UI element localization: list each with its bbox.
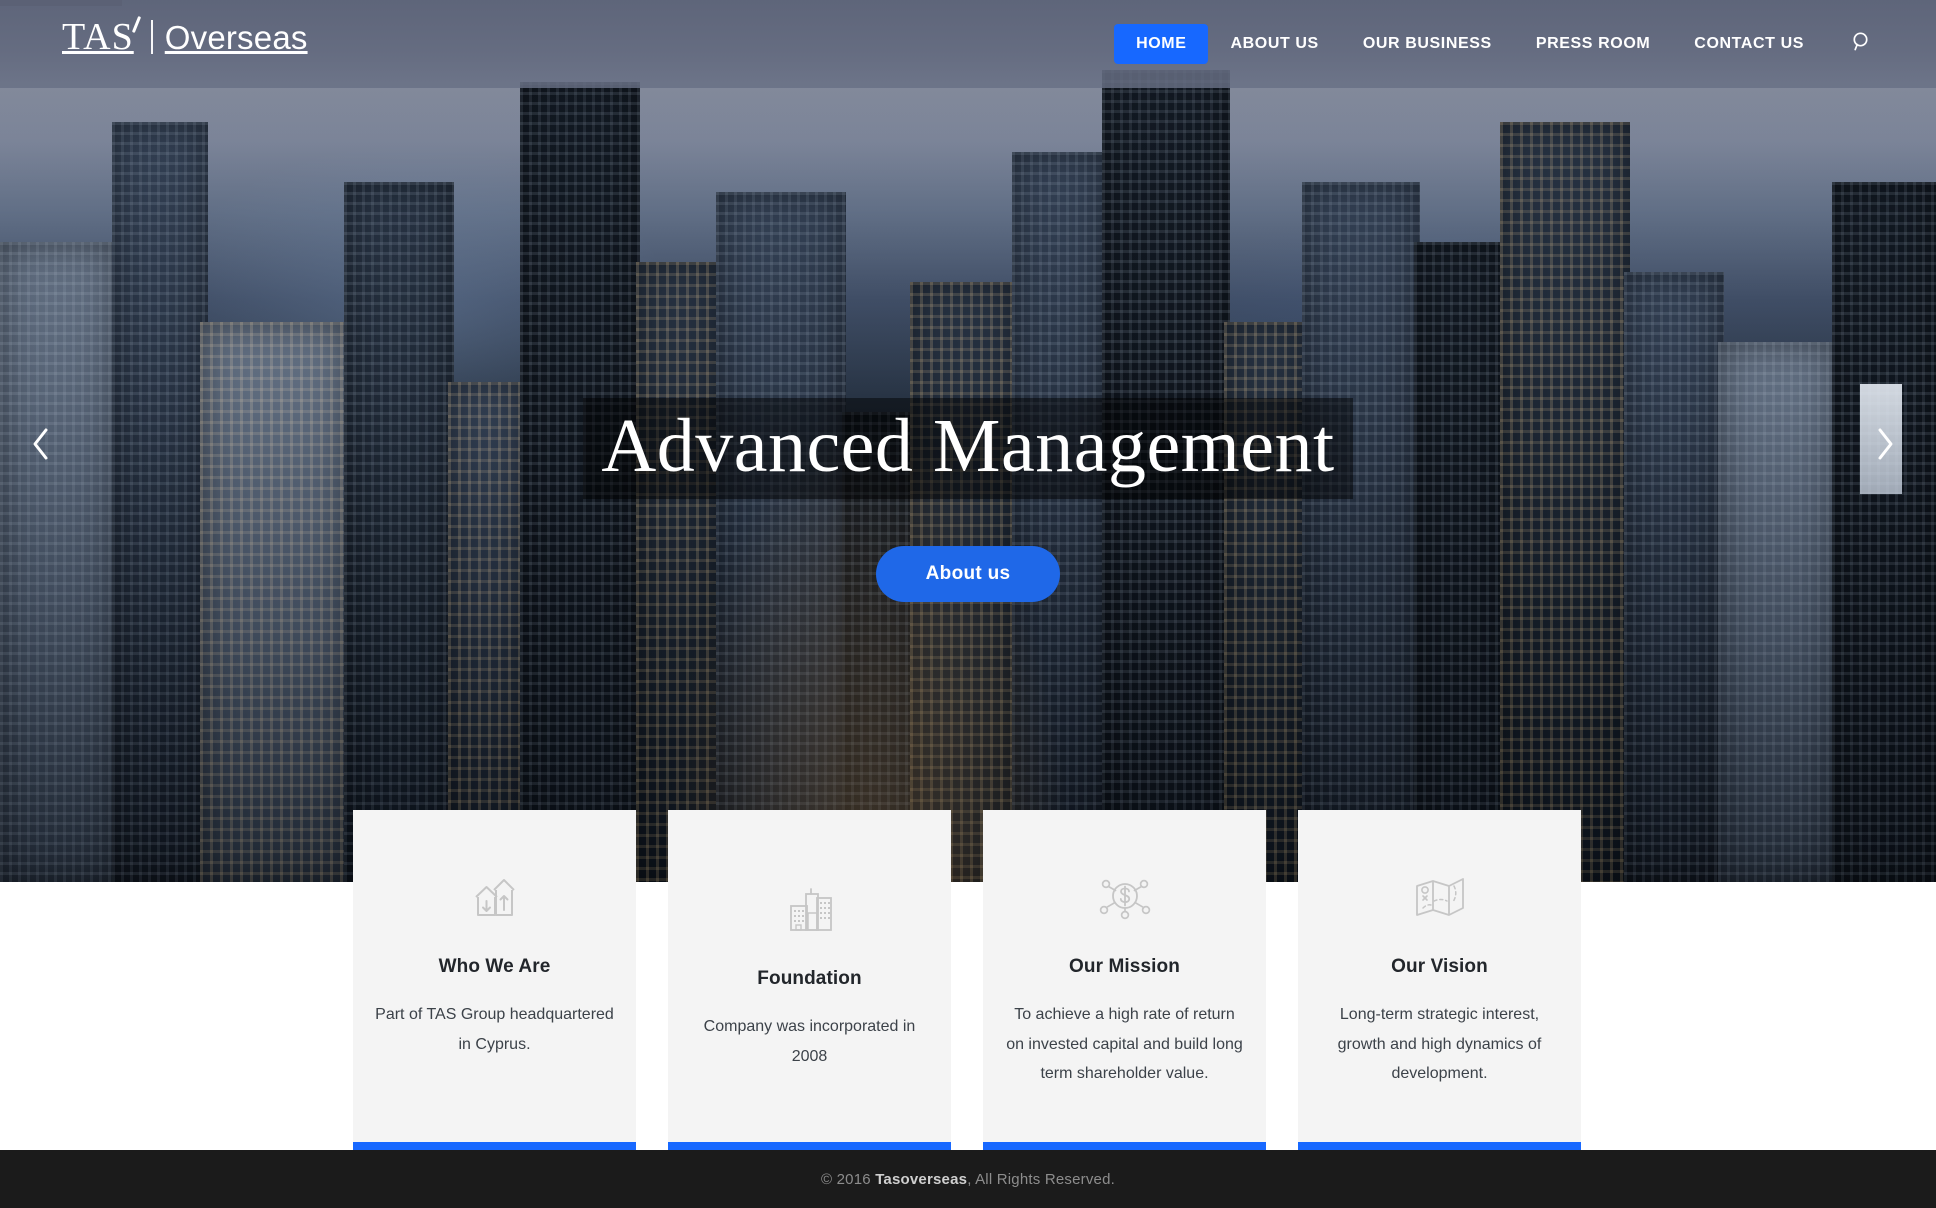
footer-copyright-prefix: © 2016 (821, 1170, 876, 1188)
chevron-left-icon (29, 427, 51, 466)
search-button[interactable] (1848, 30, 1876, 58)
card-text: Long-term strategic interest, growth and… (1337, 1006, 1542, 1083)
chevron-right-icon (1875, 427, 1897, 466)
brand-mark: TAS (62, 16, 134, 58)
hero-slider[interactable]: Advanced Management About us (0, 0, 1936, 882)
card-foundation[interactable]: Foundation Company was incorporated in 2… (668, 810, 951, 1152)
slider-prev-button[interactable] (20, 424, 60, 468)
nav-item-our-business[interactable]: OUR BUSINESS (1341, 24, 1514, 64)
page-load-progress-bar (0, 0, 122, 6)
card-text: Part of TAS Group headquartered in Cypru… (375, 1006, 614, 1053)
about-us-button[interactable]: About us (875, 546, 1061, 602)
card-who-we-are[interactable]: Who We Are Part of TAS Group headquarter… (353, 810, 636, 1152)
dollar-network-icon (1005, 868, 1244, 934)
card-our-vision[interactable]: Our Vision Long-term strategic interest,… (1298, 810, 1581, 1152)
brand-logo[interactable]: TAS Overseas (62, 15, 308, 58)
card-our-mission[interactable]: Our Mission To achieve a high rate of re… (983, 810, 1266, 1152)
footer-copyright: © 2016 Tasoverseas, All Rights Reserved. (821, 1171, 1115, 1188)
nav-item-contact-us[interactable]: CONTACT US (1672, 24, 1826, 64)
card-title: Who We Are (438, 956, 551, 977)
card-text: To achieve a high rate of return on inve… (1006, 1006, 1243, 1083)
nav-item-press-room[interactable]: PRESS ROOM (1514, 24, 1672, 64)
search-icon (1850, 30, 1874, 59)
slider-next-button[interactable] (1866, 424, 1906, 468)
card-title: Our Mission (1069, 956, 1180, 977)
buildings-icon (690, 880, 929, 946)
nav-item-about-us[interactable]: ABOUT US (1208, 24, 1340, 64)
feature-cards: Who We Are Part of TAS Group headquarter… (353, 810, 1584, 1152)
card-title: Our Vision (1391, 956, 1488, 977)
hero-title-container: Advanced Management (0, 398, 1936, 500)
house-arrows-icon (375, 868, 614, 934)
main-navigation: HOME ABOUT US OUR BUSINESS PRESS ROOM CO… (1114, 0, 1882, 88)
nav-item-home[interactable]: HOME (1114, 24, 1209, 64)
footer-copyright-suffix: , All Rights Reserved. (967, 1170, 1115, 1188)
folded-map-icon (1320, 868, 1559, 934)
brand-name: Overseas (164, 18, 308, 56)
footer-brand-link[interactable]: Tasoverseas (875, 1171, 967, 1188)
hero-title: Advanced Management (583, 398, 1353, 500)
card-title: Foundation (757, 968, 862, 989)
card-text: Company was incorporated in 2008 (703, 1018, 916, 1065)
hero-cta-container: About us (0, 546, 1936, 602)
page-root: Advanced Management About us TAS Oversea… (0, 0, 1936, 1208)
site-header: TAS Overseas HOME ABOUT US OUR BUSINESS … (0, 0, 1936, 88)
brand-divider (150, 20, 153, 54)
site-footer: © 2016 Tasoverseas, All Rights Reserved. (0, 1150, 1936, 1208)
